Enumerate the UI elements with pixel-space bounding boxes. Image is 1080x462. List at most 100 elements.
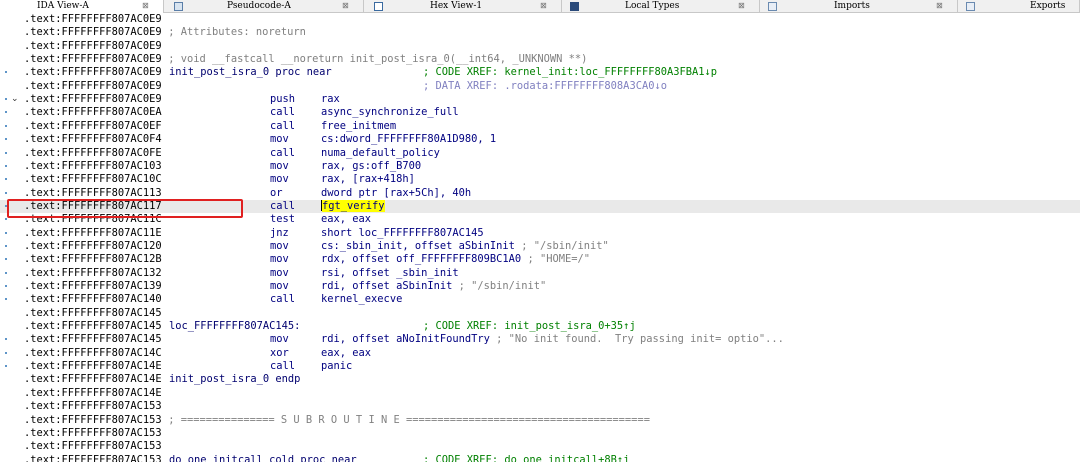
close-icon[interactable]: ⊠ (142, 0, 149, 12)
operand-text[interactable]: kernel_execve (321, 293, 402, 305)
operands[interactable]: panic (321, 360, 352, 373)
listing-row[interactable]: .text:FFFFFFFF807AC0E9 push rax (0, 93, 1080, 106)
address[interactable]: .text:FFFFFFFF807AC10C (24, 173, 162, 186)
operand-text[interactable]: rdx, offset off_FFFFFFFF809BC1A0 (321, 253, 521, 265)
operand-text[interactable]: short loc_FFFFFFFF807AC145 (321, 227, 484, 239)
operands[interactable]: eax, eax (321, 347, 371, 360)
listing-row[interactable]: .text:FFFFFFFF807AC145 mov rdi, offset aNo… (0, 333, 1080, 346)
disassembly-listing[interactable]: .text:FFFFFFFF807AC0E9 .text:FFFFFFFF807A… (0, 13, 1080, 462)
listing-row[interactable]: .text:FFFFFFFF807AC14C xor eax, eax (0, 347, 1080, 360)
listing-row[interactable]: .text:FFFFFFFF807AC14E init_post_isra_0 e… (0, 373, 1080, 386)
code-label[interactable]: do_one_initcall_cold proc near (169, 454, 357, 462)
operands[interactable]: cs:_sbin_init, offset aSbinInit ; "/sbin… (321, 240, 609, 253)
operand-text[interactable]: rdi, offset aNoInitFoundTry (321, 333, 490, 345)
address[interactable]: .text:FFFFFFFF807AC103 (24, 160, 162, 173)
address[interactable]: .text:FFFFFFFF807AC0F4 (24, 133, 162, 146)
operand-text[interactable]: panic (321, 360, 352, 372)
code-label[interactable]: loc_FFFFFFFF807AC145: (169, 320, 300, 333)
address[interactable]: .text:FFFFFFFF807AC14E (24, 373, 162, 386)
operand-text[interactable]: rdi, offset aSbinInit (321, 280, 452, 292)
operands[interactable]: rax, [rax+418h] (321, 173, 415, 186)
listing-row[interactable]: .text:FFFFFFFF807AC0E9 ; void __fastcall… (0, 53, 1080, 66)
operands[interactable]: fgt_verify (321, 199, 385, 213)
operands[interactable]: short loc_FFFFFFFF807AC145 (321, 227, 484, 240)
operand-text[interactable]: dword ptr [rax+5Ch], 40h (321, 187, 471, 199)
breakpoint-dot-icon[interactable] (5, 271, 7, 274)
listing-row[interactable]: .text:FFFFFFFF807AC10C mov rax, [rax+418h] (0, 173, 1080, 186)
address[interactable]: .text:FFFFFFFF807AC0E9 (24, 26, 162, 39)
address[interactable]: .text:FFFFFFFF807AC145 (24, 333, 162, 346)
operands[interactable]: rdi, offset aNoInitFoundTry ; "No init f… (321, 333, 784, 346)
tab-exports[interactable]: Exports (958, 0, 1080, 13)
code-xref-comment[interactable]: ; CODE XREF: init_post_isra_0+35↑j (423, 320, 636, 333)
address[interactable]: .text:FFFFFFFF807AC12B (24, 253, 162, 266)
tab-hex-view-1[interactable]: Hex View-1 ⊠ (364, 0, 562, 13)
listing-row[interactable]: .text:FFFFFFFF807AC0EA call async_synchron… (0, 106, 1080, 119)
collapse-chevron-icon[interactable]: ⌄ (11, 95, 19, 104)
listing-row[interactable]: .text:FFFFFFFF807AC139 mov rdi, offset aSb… (0, 280, 1080, 293)
address[interactable]: .text:FFFFFFFF807AC0FE (24, 147, 162, 160)
address[interactable]: .text:FFFFFFFF807AC153 (24, 454, 162, 462)
address[interactable]: .text:FFFFFFFF807AC153 (24, 427, 162, 440)
operands[interactable]: rax (321, 93, 340, 106)
listing-row[interactable]: .text:FFFFFFFF807AC14E (0, 387, 1080, 400)
breakpoint-dot-icon[interactable] (5, 244, 7, 247)
address[interactable]: .text:FFFFFFFF807AC14C (24, 347, 162, 360)
breakpoint-dot-icon[interactable] (5, 298, 7, 301)
listing-row[interactable]: .text:FFFFFFFF807AC153 ; ===============… (0, 414, 1080, 427)
address[interactable]: .text:FFFFFFFF807AC132 (24, 267, 162, 280)
listing-row[interactable]: .text:FFFFFFFF807AC145 (0, 307, 1080, 320)
operand-text[interactable]: numa_default_policy (321, 147, 440, 159)
operand-text[interactable]: rax, gs:off_B700 (321, 160, 421, 172)
address[interactable]: .text:FFFFFFFF807AC11E (24, 227, 162, 240)
code-xref-comment[interactable]: ; CODE XREF: do_one_initcall+8B↑j (423, 454, 629, 462)
address[interactable]: .text:FFFFFFFF807AC0E9 (24, 40, 162, 53)
operand-text[interactable]: free_initmem (321, 120, 396, 132)
listing-row[interactable]: .text:FFFFFFFF807AC113 or dword ptr [rax+5… (0, 187, 1080, 200)
tab-ida-view-a[interactable]: IDA View-A ⊠ (0, 0, 164, 13)
listing-row[interactable]: .text:FFFFFFFF807AC153 do_one_initcall_co… (0, 454, 1080, 462)
address[interactable]: .text:FFFFFFFF807AC153 (24, 440, 162, 453)
address[interactable]: .text:FFFFFFFF807AC0EA (24, 106, 162, 119)
listing-row[interactable]: .text:FFFFFFFF807AC0E9 (0, 13, 1080, 26)
breakpoint-dot-icon[interactable] (5, 151, 7, 154)
breakpoint-dot-icon[interactable] (5, 178, 7, 181)
address[interactable]: .text:FFFFFFFF807AC145 (24, 320, 162, 333)
listing-row[interactable]: .text:FFFFFFFF807AC0E9 ; Attributes: nor… (0, 26, 1080, 39)
address[interactable]: .text:FFFFFFFF807AC0E9 (24, 80, 162, 93)
operand-text[interactable]: rsi, offset _sbin_init (321, 267, 459, 279)
listing-row[interactable]: .text:FFFFFFFF807AC0F4 mov cs:dword_FFFFFF… (0, 133, 1080, 146)
breakpoint-dot-icon[interactable] (5, 285, 7, 287)
listing-row[interactable]: .text:FFFFFFFF807AC140 call kernel_execve (0, 293, 1080, 306)
code-label[interactable]: init_post_isra_0 proc near (169, 66, 332, 79)
listing-row[interactable]: .text:FFFFFFFF807AC12B mov rdx, offset off… (0, 253, 1080, 266)
operands[interactable]: eax, eax (321, 213, 371, 226)
address[interactable]: .text:FFFFFFFF807AC113 (24, 187, 162, 200)
operand-text[interactable]: cs:dword_FFFFFFFF80A1D980, 1 (321, 133, 496, 145)
listing-row[interactable]: .text:FFFFFFFF807AC14E call panic (0, 360, 1080, 373)
operand-text[interactable]: async_synchronize_full (321, 106, 459, 118)
address[interactable]: .text:FFFFFFFF807AC120 (24, 240, 162, 253)
listing-row[interactable]: .text:FFFFFFFF807AC153 (0, 400, 1080, 413)
close-icon[interactable]: ⊠ (540, 0, 547, 12)
operands[interactable]: rdi, offset aSbinInit ; "/sbin/init" (321, 280, 546, 293)
address[interactable]: .text:FFFFFFFF807AC0E9 (24, 66, 162, 79)
address[interactable]: .text:FFFFFFFF807AC0E9 (24, 13, 162, 26)
breakpoint-dot-icon[interactable] (5, 191, 7, 194)
breakpoint-dot-icon[interactable] (5, 111, 7, 114)
operands[interactable]: numa_default_policy (321, 147, 440, 160)
breakpoint-dot-icon[interactable] (5, 231, 7, 234)
operands[interactable]: rdx, offset off_FFFFFFFF809BC1A0 ; "HOME… (321, 253, 590, 266)
breakpoint-dot-icon[interactable] (5, 351, 7, 354)
address[interactable]: .text:FFFFFFFF807AC0E9 (24, 53, 162, 66)
listing-row[interactable]: .text:FFFFFFFF807AC0E9 init_post_isra_0 p… (0, 66, 1080, 79)
code-label[interactable]: init_post_isra_0 endp (169, 373, 300, 386)
operands[interactable]: rsi, offset _sbin_init (321, 267, 459, 280)
address[interactable]: .text:FFFFFFFF807AC153 (24, 414, 162, 427)
breakpoint-dot-icon[interactable] (5, 258, 7, 261)
code-xref-comment[interactable]: ; CODE XREF: kernel_init:loc_FFFFFFFF80A… (423, 66, 717, 79)
listing-row[interactable]: .text:FFFFFFFF807AC120 mov cs:_sbin_init, … (0, 240, 1080, 253)
address[interactable]: .text:FFFFFFFF807AC145 (24, 307, 162, 320)
operand-text[interactable]: cs:_sbin_init, offset aSbinInit (321, 240, 515, 252)
breakpoint-dot-icon[interactable] (5, 124, 7, 127)
